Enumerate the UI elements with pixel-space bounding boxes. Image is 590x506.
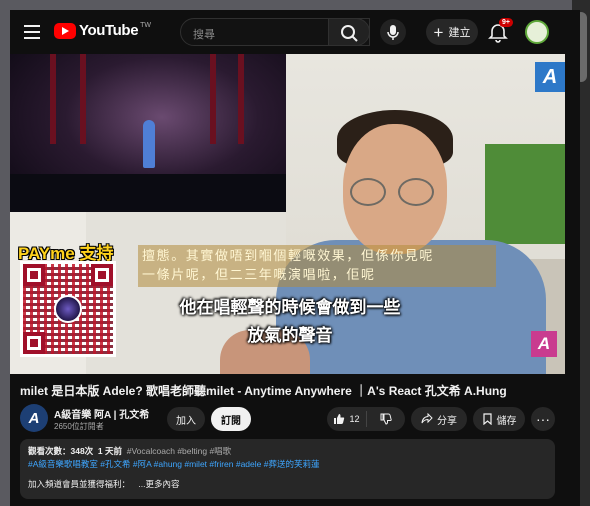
menu-icon[interactable] [24,25,40,39]
play-logo-icon [54,22,76,39]
show-more-link[interactable]: ...更多內容 [138,479,179,489]
concert-clip [10,54,286,212]
glasses-left [350,178,386,206]
microphone-icon [387,25,399,40]
youtube-window: YouTube TW 搜尋 + 建立 9+ A A PAYme 支持 擅態。其實… [10,10,580,506]
video-title: milet 是日本版 Adele? 歌唱老師聽milet - Anytime A… [20,384,507,398]
more-actions-button[interactable]: ··· [531,407,555,431]
channel-avatar[interactable]: A [20,404,48,432]
like-dislike-group: 12 [327,407,405,431]
subscriber-count: 2650位訂閱者 [54,422,104,431]
green-panel [485,144,565,244]
search-button[interactable] [328,18,370,46]
create-label: 建立 [448,27,471,39]
logo-text: YouTube [79,22,139,39]
description-box[interactable]: 觀看次數：348次 1 天前 #Vocalcoach #belting #唱歌 … [20,439,555,499]
description-meta: 觀看次數：348次 1 天前 #Vocalcoach #belting #唱歌 [28,445,547,458]
top-bar: YouTube TW 搜尋 + 建立 9+ [10,10,580,54]
upload-date: 1 天前 [97,446,123,456]
glasses-right [398,178,434,206]
hashtags-line2[interactable]: #A級音樂歌唱教室 #孔文希 #阿A #ahung #milet #friren… [28,458,547,471]
crowd [10,174,286,212]
mandarin-subtitle-line2: 放氣的聲音 [247,326,333,345]
singer-figure [143,120,155,168]
share-icon [421,413,433,424]
dislike-button[interactable] [367,413,405,425]
channel-name[interactable]: A級音樂 阿A | 孔文希 [54,406,149,421]
like-count: 12 [349,414,360,424]
youtube-logo[interactable]: YouTube TW [54,22,151,39]
like-button[interactable]: 12 [327,411,367,427]
thumbs-up-icon [334,414,345,424]
account-avatar[interactable] [525,20,549,44]
voice-search-button[interactable] [380,19,406,45]
cantonese-subtitle-line2: 一條片呢，但二三年嘅演唱啦，佢呢 [142,268,376,283]
join-button[interactable]: 加入 [167,407,205,431]
hashtags-line1[interactable]: #Vocalcoach #belting #唱歌 [127,446,231,456]
plus-icon: + [433,22,444,42]
cantonese-subtitle: 擅態。其實做唔到嗰個輕嘅效果，但係你見呢 一條片呢，但二三年嘅演唱啦，佢呢 [142,247,434,285]
bookmark-icon [482,413,492,425]
search-icon [341,25,358,42]
save-label: 儲存 [496,415,517,427]
share-button[interactable]: 分享 [411,407,467,431]
subscribe-button[interactable]: 訂閱 [211,407,251,431]
channel-logo-top: A [535,62,565,92]
video-player[interactable]: A A PAYme 支持 擅態。其實做唔到嗰個輕嘅效果，但係你見呢 一條片呢，但… [10,54,565,374]
logo-country: TW [140,22,152,29]
qr-avatar [54,295,82,323]
channel-logo-bottom: A [531,331,557,357]
share-label: 分享 [437,415,457,427]
member-perks-text: 加入頻道會員並獲得福利： [28,479,131,489]
save-button[interactable]: 儲存 [473,407,525,431]
thumbs-down-icon [380,413,392,425]
cantonese-subtitle-line1: 擅態。其實做唔到嗰個輕嘅效果，但係你見呢 [142,249,435,264]
payme-qr-code [20,261,116,357]
view-count: 觀看次數：348次 [28,446,94,456]
description-join-line: 加入頻道會員並獲得福利： ...更多內容 [28,478,547,491]
create-button[interactable]: + 建立 [426,19,478,45]
notification-badge: 9+ [499,18,513,27]
mandarin-subtitle-line1: 他在唱輕聲的時候會做到一些 [179,298,401,317]
mandarin-subtitle: 他在唱輕聲的時候會做到一些 放氣的聲音 [160,294,420,350]
